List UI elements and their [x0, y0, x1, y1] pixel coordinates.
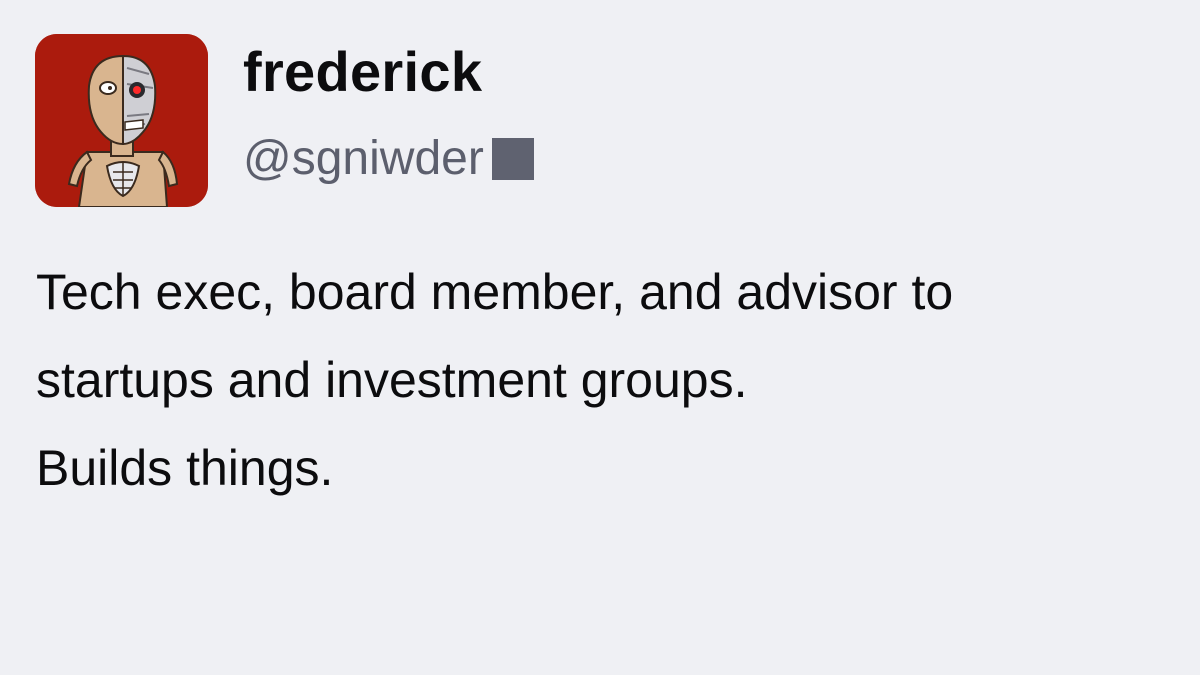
cyborg-avatar-icon [35, 34, 208, 207]
handle-row: @sgniwder [243, 134, 534, 184]
display-name[interactable]: frederick [243, 44, 482, 100]
bio-line: Builds things. [36, 440, 334, 496]
bio-line: Tech exec, board member, and advisor to [36, 264, 954, 320]
profile-card: frederick @sgniwder Tech exec, board mem… [0, 0, 1200, 675]
handle[interactable]: @sgniwder [243, 135, 484, 183]
avatar[interactable] [35, 34, 208, 207]
bio: Tech exec, board member, and advisor to … [36, 248, 1176, 512]
cursor-block-icon [491, 138, 534, 180]
bio-line: startups and investment groups. [36, 352, 748, 408]
